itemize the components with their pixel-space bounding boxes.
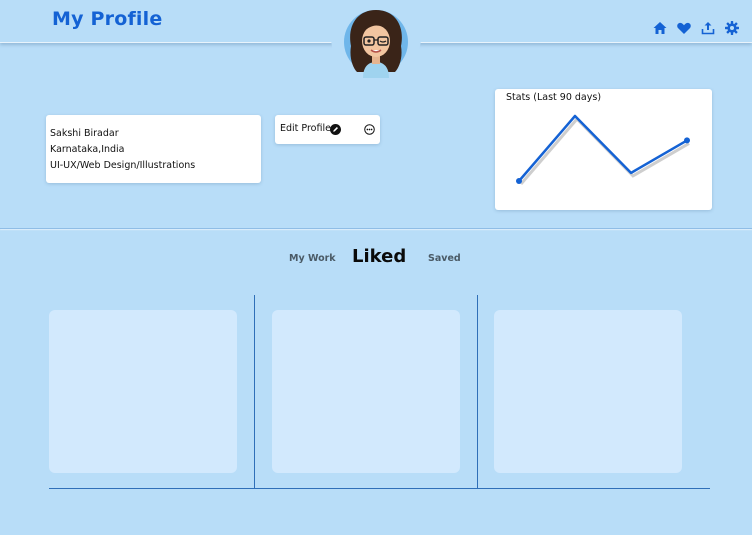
grid-divider: [477, 295, 478, 489]
tab-liked[interactable]: Liked: [352, 246, 406, 267]
section-divider: [0, 228, 752, 229]
edit-profile-button[interactable]: Edit Profile: [275, 115, 380, 144]
tab-saved[interactable]: Saved: [428, 253, 461, 264]
stats-chart: [516, 114, 690, 185]
liked-item-tile[interactable]: [272, 310, 460, 473]
profile-location: Karnataka,India: [50, 144, 125, 155]
stats-point: [684, 137, 690, 144]
stats-point: [516, 178, 522, 184]
header-icons: [652, 20, 740, 36]
liked-item-tile[interactable]: [494, 310, 682, 473]
stats-line-shadow: [519, 116, 690, 185]
more-options-icon[interactable]: [364, 124, 375, 135]
stats-line: [518, 114, 688, 182]
stats-card: Stats (Last 90 days): [495, 89, 712, 210]
gear-icon[interactable]: [724, 20, 740, 36]
profile-role: UI-UX/Web Design/Illustrations: [50, 160, 196, 171]
pencil-icon: [330, 124, 341, 135]
heart-icon[interactable]: [676, 20, 692, 36]
edit-profile-label: Edit Profile: [280, 123, 331, 134]
profile-info-card: Sakshi Biradar Karnataka,India UI-UX/Web…: [46, 115, 261, 183]
grid-divider: [254, 295, 255, 489]
home-icon[interactable]: [652, 20, 668, 36]
tab-my-work[interactable]: My Work: [289, 253, 336, 264]
liked-item-tile[interactable]: [49, 310, 237, 473]
avatar[interactable]: [343, 6, 409, 78]
upload-icon[interactable]: [700, 20, 716, 36]
profile-name: Sakshi Biradar: [50, 128, 119, 139]
page-title: My Profile: [52, 8, 163, 30]
grid-bottom-line: [49, 488, 710, 489]
